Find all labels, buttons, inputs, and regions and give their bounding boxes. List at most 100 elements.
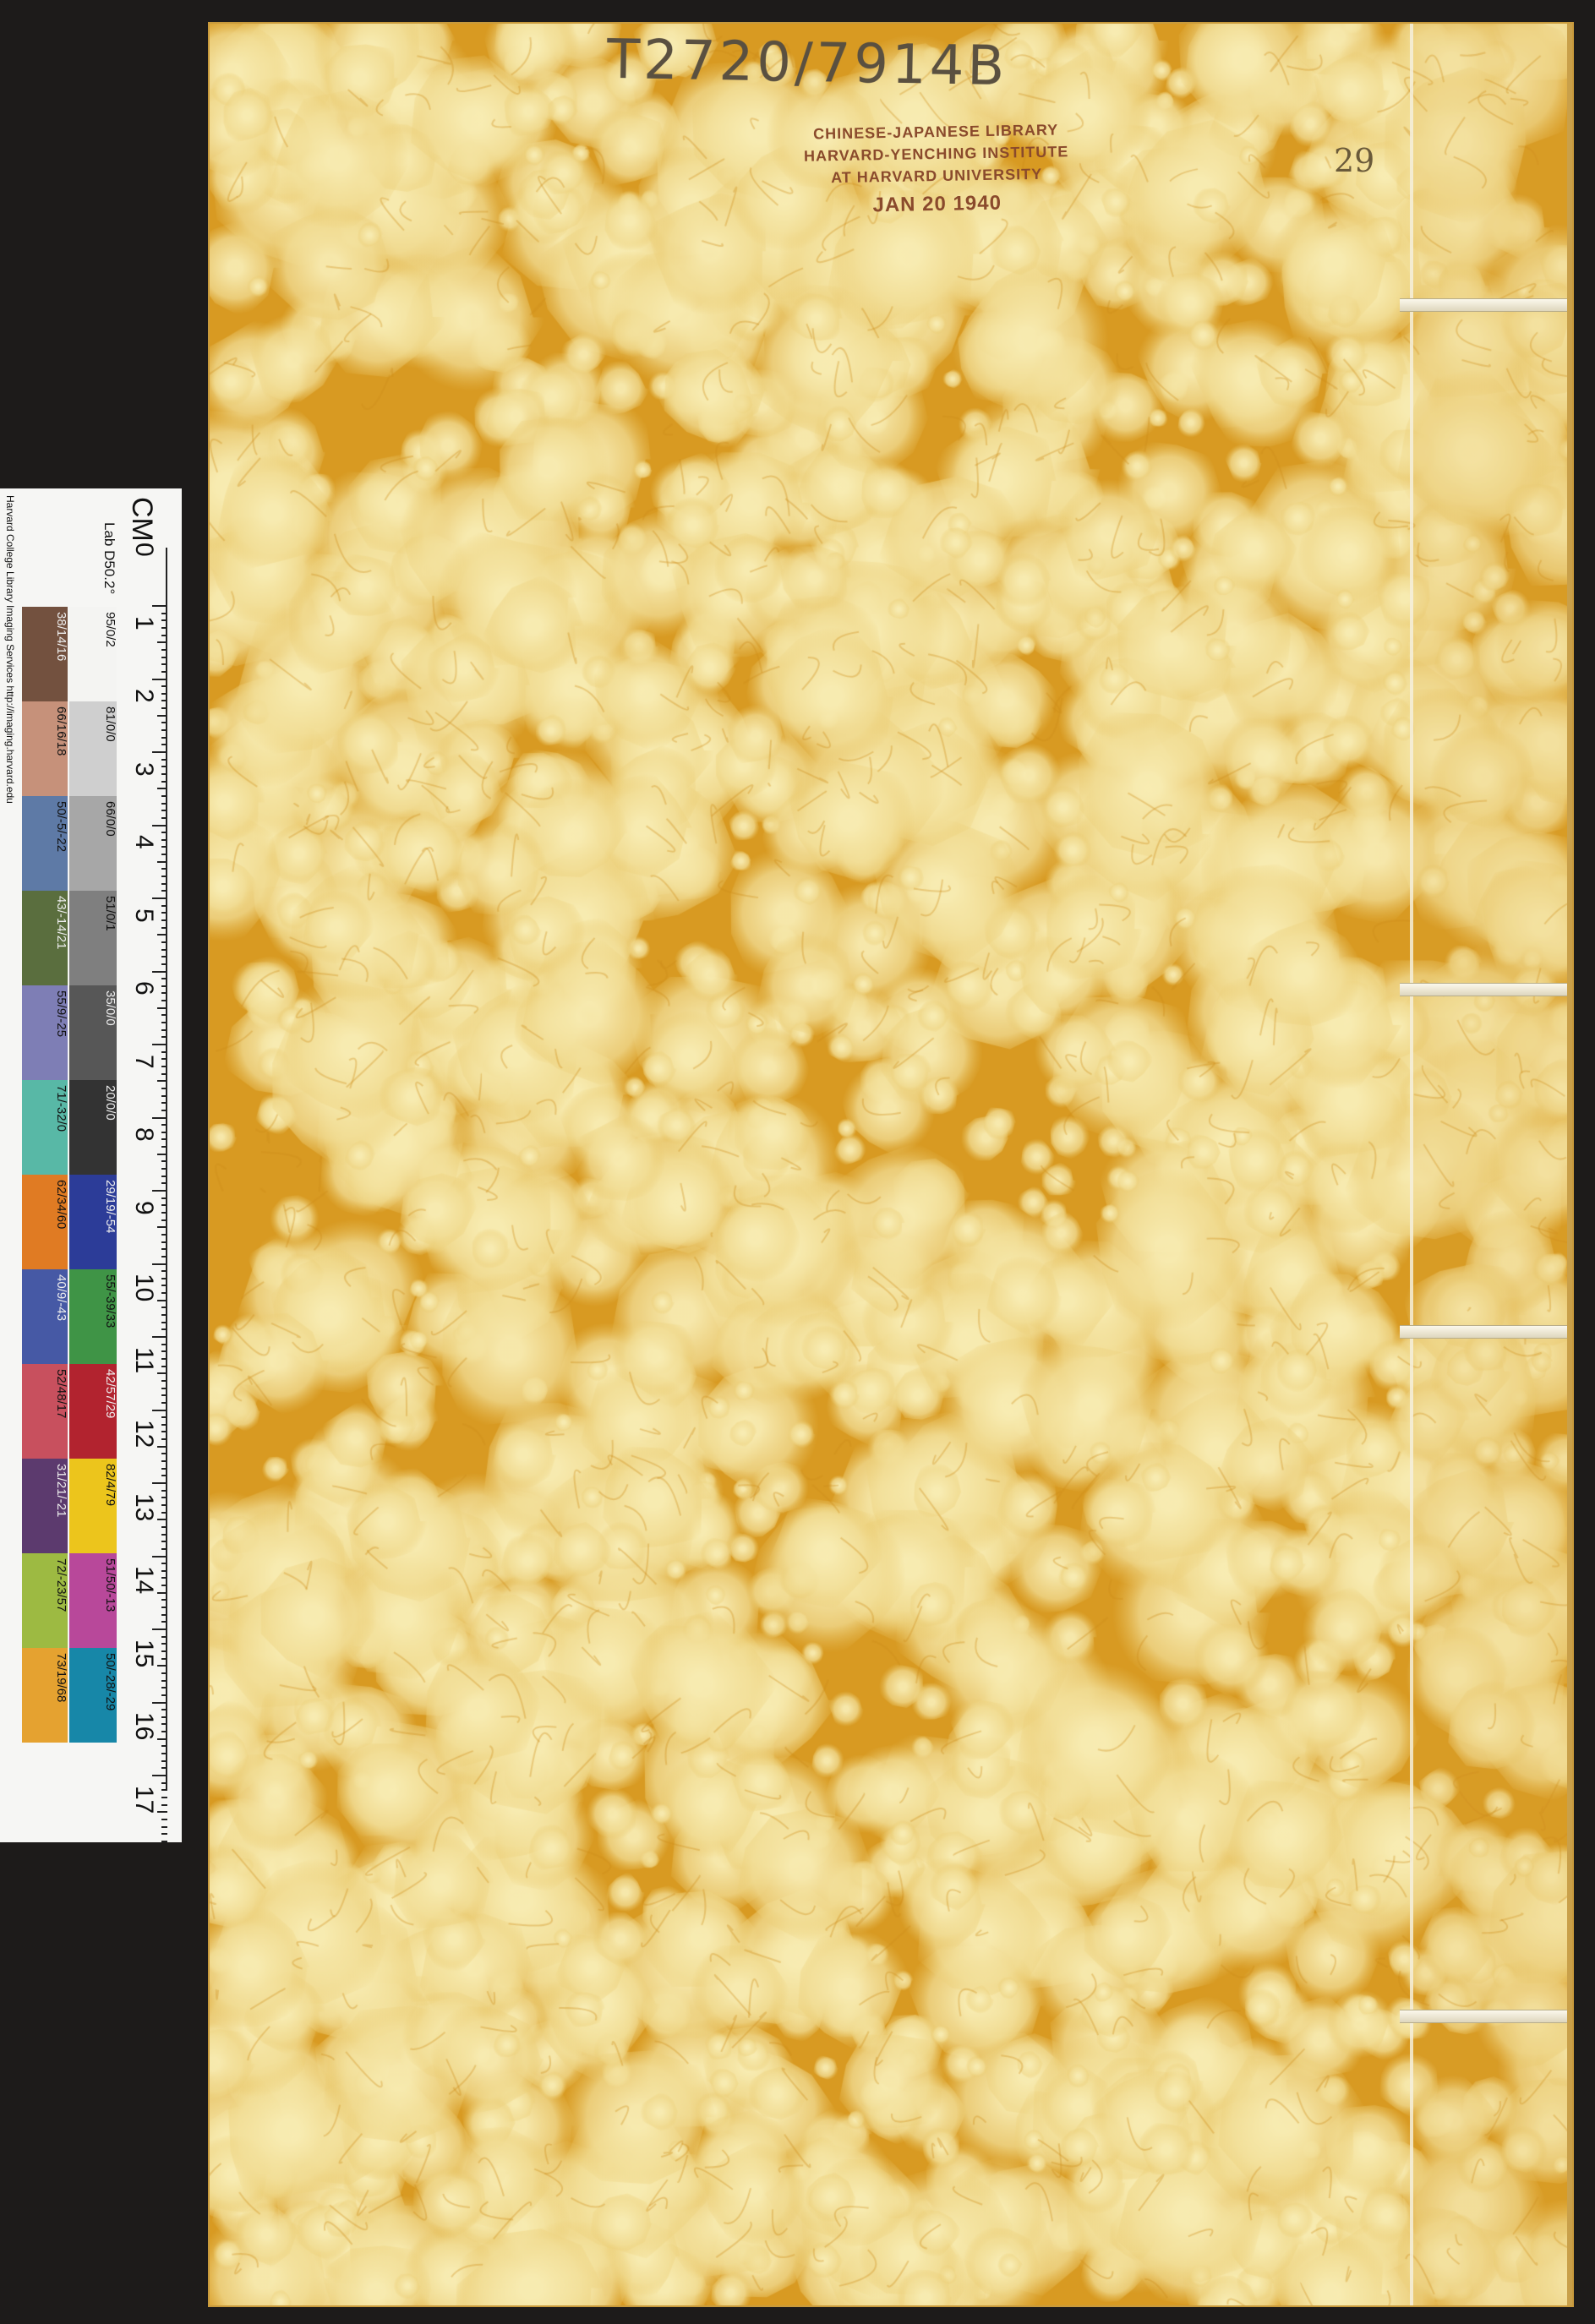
ruler-tick xyxy=(161,1577,167,1579)
ruler-tick xyxy=(157,934,167,936)
color-patch-label: 72/-23/57 xyxy=(54,1558,68,1612)
ruler-tick xyxy=(161,1563,167,1565)
ruler-tick xyxy=(161,882,167,885)
ruler-tick xyxy=(161,1460,167,1463)
color-patch: 40/9/-43 xyxy=(22,1269,68,1364)
ruler-tick xyxy=(152,970,167,973)
ruler-tick xyxy=(161,685,167,688)
ruler-tick xyxy=(152,1409,167,1411)
ruler-tick xyxy=(161,1767,167,1770)
ruler-tick xyxy=(161,1379,167,1382)
book-cover: T2720/7914B CHINESE-JAPANESE LIBRARY HAR… xyxy=(210,24,1572,2305)
ruler-tick xyxy=(161,612,167,614)
gray-patch-label: 50/-28/-29 xyxy=(103,1653,117,1711)
ruler-tick xyxy=(157,860,167,863)
ruler-tick xyxy=(161,1102,167,1105)
cm-number: 10 xyxy=(130,1274,158,1302)
gray-patch-label: 66/0/0 xyxy=(103,801,117,837)
ruler-tick xyxy=(161,1489,167,1492)
ruler-tick xyxy=(161,890,167,892)
ruler-tick xyxy=(161,1709,167,1711)
ruler-tick xyxy=(161,1475,167,1477)
ruler-tick xyxy=(161,1672,167,1674)
ruler-tick xyxy=(152,1263,167,1265)
ruler-tick xyxy=(161,1825,167,1828)
ruler-tick xyxy=(161,744,167,746)
ruler-tick xyxy=(161,1160,167,1163)
ruler-tick xyxy=(161,1525,167,1528)
ruler-tick xyxy=(161,802,167,805)
ruler-tick xyxy=(152,1190,167,1192)
ruler-tick xyxy=(161,876,167,878)
ruler-tick xyxy=(161,1387,167,1389)
ruler-tick xyxy=(161,1803,167,1806)
ruler-tick xyxy=(161,1781,167,1784)
cm-number: 16 xyxy=(130,1712,158,1741)
ruler-tick xyxy=(161,656,167,658)
cm-number: 5 xyxy=(130,908,158,923)
ruler-tick xyxy=(161,1270,167,1273)
ruler-tick xyxy=(161,912,167,914)
ruler-tick xyxy=(152,1555,167,1558)
ruler-tick xyxy=(161,1716,167,1718)
ruler-tick xyxy=(161,1585,167,1587)
cm-number: 15 xyxy=(130,1639,158,1667)
ruler-tick xyxy=(161,1292,167,1295)
page-edge xyxy=(1567,24,1572,2305)
cm-number: 17 xyxy=(130,1785,158,1814)
ruler-tick xyxy=(157,1007,167,1009)
ruler-tick xyxy=(157,1226,167,1229)
ruler-tick xyxy=(161,1503,167,1506)
ruler-tick xyxy=(161,1328,167,1331)
ruler-tick xyxy=(161,692,167,695)
gray-patch: 51/0/1 xyxy=(69,891,117,985)
gray-patch: 82/4/79 xyxy=(69,1459,117,1553)
color-patch: 50/-5/-22 xyxy=(22,796,68,891)
color-patch-label: 40/9/-43 xyxy=(54,1274,68,1322)
ruler-tick xyxy=(161,1321,167,1323)
ruler-tick xyxy=(161,1723,167,1726)
spine-strip xyxy=(1413,24,1572,2305)
gray-patch: 55/-39/33 xyxy=(69,1269,117,1364)
color-patch-label: 62/34/60 xyxy=(54,1180,68,1230)
ruler-tick xyxy=(161,1394,167,1397)
ruler-tick xyxy=(161,1072,167,1075)
ruler-tick xyxy=(157,1153,167,1155)
color-patch: 52/48/17 xyxy=(22,1364,68,1459)
ruler-tick xyxy=(161,619,167,622)
gray-patch-label: 81/0/0 xyxy=(103,706,117,742)
gray-patch-label: 55/-39/33 xyxy=(103,1274,117,1328)
ruler-tick xyxy=(161,1248,167,1251)
color-patch-label: 66/16/18 xyxy=(54,706,68,756)
cm-number: 3 xyxy=(130,761,158,777)
ruler-tick xyxy=(161,1175,167,1177)
cm-number: 7 xyxy=(130,1054,158,1069)
ruler-tick xyxy=(161,978,167,980)
cm-number: 12 xyxy=(130,1420,158,1448)
ruler-tick xyxy=(161,1094,167,1097)
ruler-tick xyxy=(161,854,167,856)
ruler-tick xyxy=(161,963,167,965)
color-patch: 55/9/-25 xyxy=(22,985,68,1080)
color-patch-label: 73/19/68 xyxy=(54,1653,68,1703)
call-number: T2720/7914B xyxy=(606,28,1008,99)
ruler-tick xyxy=(161,1467,167,1470)
ruler-tick xyxy=(161,846,167,848)
ruler-tick xyxy=(161,1197,167,1199)
color-patch: 72/-23/57 xyxy=(22,1553,68,1648)
gray-patch: 29/19/-54 xyxy=(69,1175,117,1269)
ruler-tick xyxy=(161,1065,167,1067)
ruler-tick xyxy=(161,1343,167,1345)
ruler-tick xyxy=(161,1635,167,1638)
ruler-tick xyxy=(161,1000,167,1002)
ruler-tick xyxy=(161,1679,167,1682)
ruler-tick xyxy=(161,1607,167,1609)
ruler-tick xyxy=(161,1204,167,1207)
color-patch: 43/-14/21 xyxy=(22,891,68,985)
ruler-tick xyxy=(161,1745,167,1748)
ruler-tick xyxy=(161,1124,167,1127)
ruler-tick xyxy=(161,1138,167,1141)
ruler-tick xyxy=(161,832,167,834)
ruler-tick xyxy=(161,1401,167,1404)
color-patch: 66/16/18 xyxy=(22,701,68,796)
